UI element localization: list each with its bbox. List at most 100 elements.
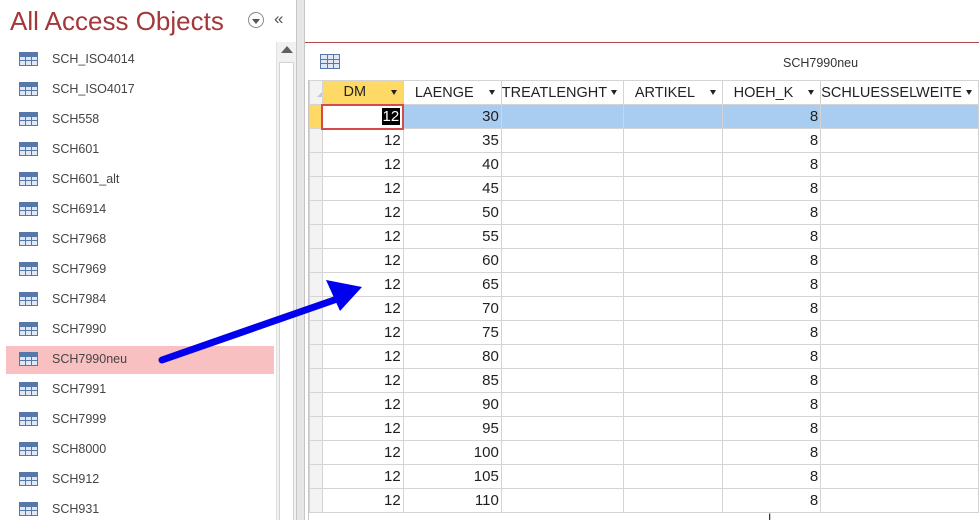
row-selector[interactable] xyxy=(309,392,323,417)
table-cell[interactable] xyxy=(500,200,625,225)
table-cell[interactable] xyxy=(820,464,979,489)
table-cell[interactable] xyxy=(500,176,625,201)
table-row[interactable]: 12 30 8 xyxy=(309,103,979,130)
sort-filter-arrow-icon[interactable] xyxy=(709,90,716,95)
row-selector[interactable] xyxy=(309,344,323,369)
table-cell[interactable] xyxy=(500,152,625,177)
table-cell[interactable]: 35 xyxy=(402,128,502,153)
table-cell[interactable] xyxy=(500,104,625,129)
table-cell[interactable]: 8 xyxy=(721,488,822,513)
table-cell[interactable] xyxy=(820,368,979,393)
table-cell[interactable] xyxy=(500,368,625,393)
table-cell[interactable] xyxy=(820,392,979,417)
table-cell[interactable] xyxy=(500,320,625,345)
table-cell[interactable]: 8 xyxy=(721,464,822,489)
table-cell[interactable] xyxy=(623,368,723,393)
table-cell[interactable] xyxy=(820,344,979,369)
table-cell[interactable] xyxy=(820,440,979,465)
table-cell[interactable]: 12 xyxy=(321,320,404,345)
table-cell[interactable]: 12 xyxy=(321,128,404,153)
column-header[interactable]: DM xyxy=(321,80,404,105)
nav-item[interactable]: SCH7990 xyxy=(6,316,274,344)
table-cell[interactable]: 40 xyxy=(402,152,502,177)
table-row[interactable]: 12 70 8 xyxy=(309,296,979,321)
table-row[interactable]: 12 75 8 xyxy=(309,320,979,345)
chevron-down-icon[interactable] xyxy=(248,12,264,28)
table-cell[interactable] xyxy=(623,344,723,369)
table-row[interactable]: 12 105 8 xyxy=(309,464,979,489)
table-cell[interactable] xyxy=(500,416,625,441)
table-cell[interactable]: 12 xyxy=(321,344,404,369)
row-selector[interactable] xyxy=(309,152,323,177)
nav-item[interactable]: SCH558 xyxy=(6,106,274,134)
table-cell[interactable] xyxy=(623,464,723,489)
table-row[interactable]: 12 55 8 xyxy=(309,224,979,249)
table-cell[interactable]: 12 xyxy=(321,296,404,321)
sort-filter-arrow-icon[interactable] xyxy=(966,90,972,95)
nav-item[interactable]: SCH6914 xyxy=(6,196,274,224)
select-all-corner[interactable] xyxy=(309,80,323,105)
table-cell[interactable]: 12 xyxy=(321,440,404,465)
table-cell[interactable]: 8 xyxy=(721,200,822,225)
table-cell[interactable] xyxy=(820,128,979,153)
column-header[interactable]: ARTIKEL xyxy=(623,80,723,105)
table-cell[interactable] xyxy=(623,440,723,465)
table-cell[interactable]: 12 xyxy=(321,200,404,225)
table-cell[interactable] xyxy=(500,272,625,297)
table-cell[interactable] xyxy=(820,296,979,321)
table-cell[interactable] xyxy=(623,176,723,201)
row-selector[interactable] xyxy=(309,176,323,201)
table-cell[interactable]: 12 xyxy=(321,488,404,513)
column-header[interactable]: SCHLUESSELWEITE xyxy=(820,80,979,105)
row-selector[interactable] xyxy=(309,128,323,153)
table-cell[interactable] xyxy=(623,128,723,153)
table-cell[interactable] xyxy=(623,248,723,273)
table-cell[interactable] xyxy=(820,104,979,129)
navigation-pane-title[interactable]: All Access Objects xyxy=(10,6,224,37)
table-cell[interactable] xyxy=(623,392,723,417)
table-cell[interactable] xyxy=(820,320,979,345)
table-cell[interactable]: 8 xyxy=(721,176,822,201)
table-cell[interactable]: 80 xyxy=(402,344,502,369)
navigation-scrollbar[interactable] xyxy=(276,42,296,520)
table-cell[interactable] xyxy=(623,152,723,177)
sort-filter-arrow-icon[interactable] xyxy=(390,90,397,95)
row-selector[interactable] xyxy=(309,224,323,249)
column-header[interactable]: LAENGE xyxy=(402,80,502,105)
row-selector[interactable] xyxy=(309,368,323,393)
table-cell[interactable]: 8 xyxy=(721,416,822,441)
table-row[interactable]: 12 40 8 xyxy=(309,152,979,177)
table-cell[interactable] xyxy=(623,416,723,441)
table-cell[interactable]: 8 xyxy=(721,296,822,321)
table-cell[interactable] xyxy=(500,128,625,153)
table-cell[interactable]: 95 xyxy=(402,416,502,441)
row-selector[interactable] xyxy=(309,104,323,129)
table-cell[interactable]: 12 xyxy=(321,272,404,297)
table-row[interactable]: 12 50 8 xyxy=(309,200,979,225)
table-cell[interactable] xyxy=(623,320,723,345)
table-cell[interactable]: 8 xyxy=(721,320,822,345)
table-cell[interactable]: 30 xyxy=(402,104,502,129)
table-cell[interactable]: 12 xyxy=(321,416,404,441)
table-cell[interactable] xyxy=(500,296,625,321)
table-cell[interactable]: 8 xyxy=(721,224,822,249)
table-cell[interactable]: 12 xyxy=(321,176,404,201)
table-cell[interactable]: 12 xyxy=(321,224,404,249)
row-selector[interactable] xyxy=(309,320,323,345)
row-selector[interactable] xyxy=(309,296,323,321)
table-cell[interactable]: 8 xyxy=(721,248,822,273)
table-cell[interactable]: 12 xyxy=(321,103,405,130)
nav-item[interactable]: SCH7984 xyxy=(6,286,274,314)
row-selector[interactable] xyxy=(309,416,323,441)
table-cell[interactable]: 100 xyxy=(402,440,502,465)
table-cell[interactable] xyxy=(623,224,723,249)
nav-item[interactable]: SCH7990neu xyxy=(6,346,274,374)
nav-item[interactable]: SCH7999 xyxy=(6,406,274,434)
nav-item[interactable]: SCH931 xyxy=(6,496,274,520)
table-cell[interactable] xyxy=(623,104,723,129)
table-cell[interactable]: 8 xyxy=(721,368,822,393)
table-cell[interactable] xyxy=(820,200,979,225)
table-row[interactable]: 12 80 8 xyxy=(309,344,979,369)
table-cell[interactable] xyxy=(623,488,723,513)
sort-filter-arrow-icon[interactable] xyxy=(808,90,815,95)
